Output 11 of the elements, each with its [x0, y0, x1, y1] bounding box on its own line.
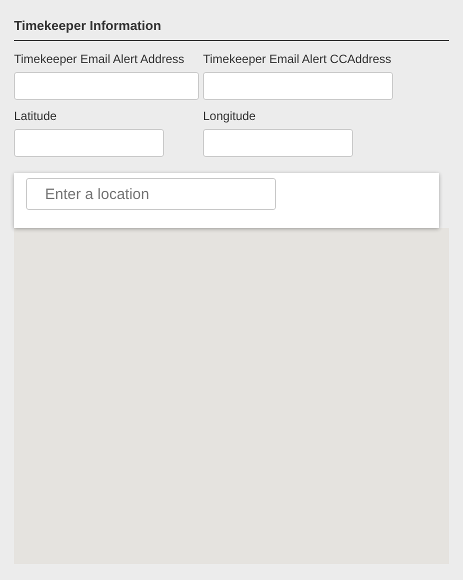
input-field[interactable]	[14, 129, 164, 157]
input-field[interactable]	[203, 129, 353, 157]
field-label: Timekeeper Email Alert Address	[14, 51, 186, 67]
field-label: Longitude	[203, 108, 257, 124]
location-search-field[interactable]: Enter a location	[26, 178, 276, 210]
input-field[interactable]	[203, 72, 393, 100]
map-area[interactable]	[14, 228, 449, 564]
field-label: Latitude	[14, 108, 58, 124]
input-field[interactable]	[14, 72, 199, 100]
field-label: Timekeeper Email Alert CCAddress	[203, 51, 392, 67]
section-title: Timekeeper Information	[14, 18, 162, 33]
